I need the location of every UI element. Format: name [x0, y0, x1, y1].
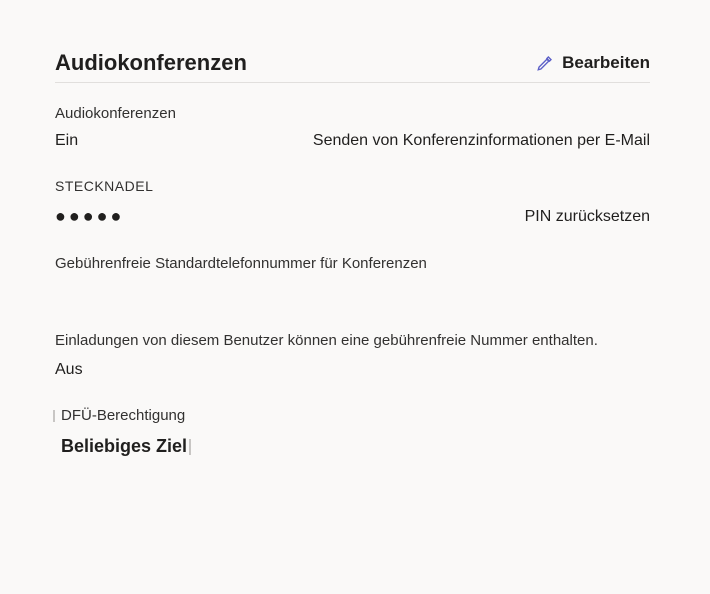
pencil-icon [536, 54, 554, 72]
audio-conferencing-label: Audiokonferenzen [55, 105, 176, 122]
invite-toll-free-label: Einladungen von diesem Benutzer können e… [55, 332, 650, 349]
pin-row: ●●●●● PIN zurücksetzen [55, 206, 650, 227]
reset-pin-link[interactable]: PIN zurücksetzen [525, 208, 650, 226]
audio-conferencing-value: Ein [55, 132, 176, 150]
send-conference-info-link[interactable]: Senden von Konferenzinformationen per E-… [313, 132, 650, 150]
toll-free-number-label: Gebührenfreie Standardtelefonnummer für … [55, 255, 650, 272]
audio-conferencing-row: Audiokonferenzen Ein Senden von Konferen… [55, 105, 650, 150]
audio-conferencing-field: Audiokonferenzen Ein [55, 105, 176, 150]
edit-button[interactable]: Bearbeiten [536, 53, 650, 73]
invite-toll-free-value: Aus [55, 361, 650, 379]
section-title: Audiokonferenzen [55, 50, 247, 76]
pin-section: STECKNADEL ●●●●● PIN zurücksetzen [55, 178, 650, 227]
dfu-permission-value: Beliebiges Ziel [61, 436, 187, 457]
pin-label: STECKNADEL [55, 178, 650, 194]
pin-masked-value: ●●●●● [55, 206, 124, 227]
edit-label: Bearbeiten [562, 53, 650, 73]
invite-toll-free-section: Einladungen von diesem Benutzer können e… [55, 332, 650, 379]
dfu-section: DFÜ-Berechtigung Beliebiges Ziel [55, 407, 650, 457]
dfu-permission-label: DFÜ-Berechtigung [61, 407, 650, 424]
section-header: Audiokonferenzen Bearbeiten [55, 50, 650, 83]
